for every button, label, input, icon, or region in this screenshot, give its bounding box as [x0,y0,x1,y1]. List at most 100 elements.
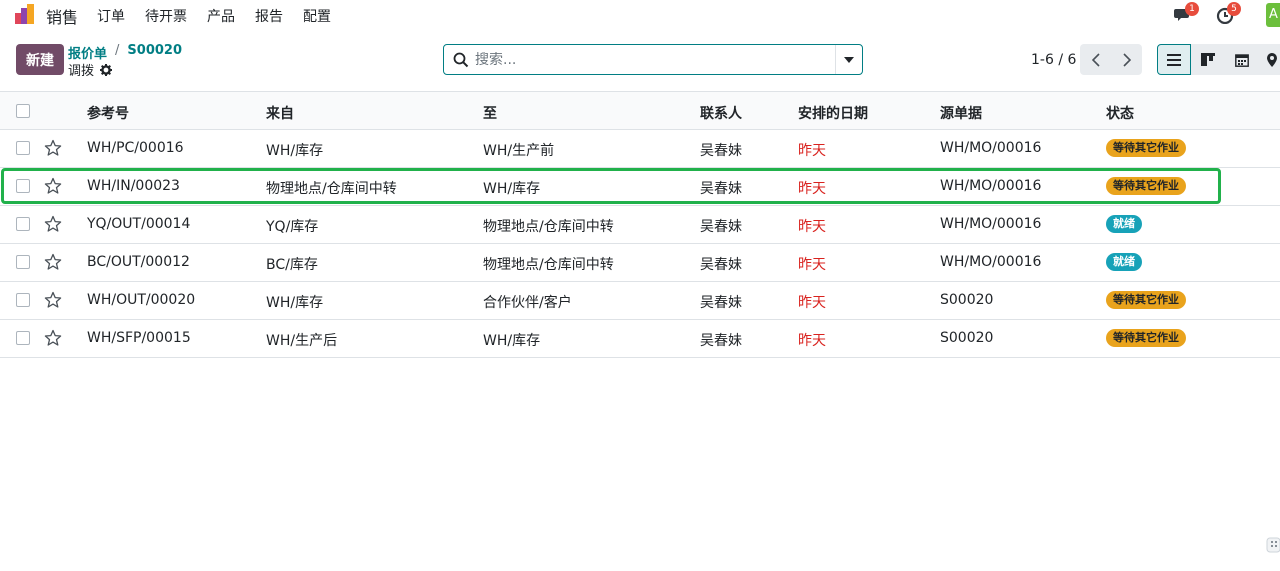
menu-configuration[interactable]: 配置 [303,6,331,26]
cell-contact: 吴春妹 [700,219,742,235]
row-checkbox[interactable] [16,179,30,193]
list-icon [1167,53,1181,66]
column-from[interactable]: 来自 [266,103,294,123]
search-options-toggle[interactable] [835,45,862,74]
row-checkbox[interactable] [16,141,30,155]
status-badge: 等待其它作业 [1106,329,1186,347]
chevron-left-icon [1091,52,1100,67]
gear-icon[interactable] [100,63,113,76]
chat-button[interactable]: 1 [1174,2,1199,24]
table-row[interactable]: YQ/OUT/00014 YQ/库存 物理地点/仓库间中转 吴春妹 昨天 WH/MO/00… [0,206,1280,244]
caret-down-icon [844,56,854,63]
map-marker-icon [1267,52,1277,67]
select-all-checkbox[interactable] [16,104,30,118]
menu-to-invoice[interactable]: 待开票 [145,6,187,26]
cell-scheduled-date: 昨天 [798,257,826,273]
calendar-view-button[interactable] [1225,44,1259,75]
status-badge: 等待其它作业 [1106,177,1186,195]
cell-contact: 吴春妹 [700,143,742,159]
transfers-table: 参考号 来自 至 联系人 安排的日期 源单据 状态 WH/PC/00016 WH/… [0,91,1280,358]
cell-reference: YQ/OUT/00014 [87,216,191,232]
cell-from: BC/库存 [266,257,318,273]
pager-previous-button[interactable] [1080,44,1111,75]
breadcrumb-separator: / [115,43,120,58]
top-navbar: 销售 订单 待开票 产品 报告 配置 1 5 A [0,0,1280,30]
cell-source-document: WH/MO/00016 [940,216,1042,232]
cell-source-document: S00020 [940,330,994,346]
pager-value[interactable]: 1-6 / 6 [1031,52,1076,68]
cell-scheduled-date: 昨天 [798,333,826,349]
menu-reporting[interactable]: 报告 [255,6,283,26]
search-input[interactable] [475,51,825,68]
main-menu: 订单 待开票 产品 报告 配置 [97,6,351,26]
column-contact[interactable]: 联系人 [700,103,742,123]
cell-to: 物理地点/仓库间中转 [483,257,614,273]
page-title-text: 调拨 [68,64,95,79]
cell-contact: 吴春妹 [700,181,742,197]
favorite-star-icon[interactable] [44,253,62,271]
row-checkbox[interactable] [16,293,30,307]
cell-reference: WH/OUT/00020 [87,292,196,308]
table-body: WH/PC/00016 WH/库存 WH/生产前 吴春妹 昨天 WH/MO/00016 等待… [0,130,1280,358]
status-badge: 等待其它作业 [1106,291,1186,309]
activity-button[interactable]: 5 [1216,2,1241,25]
status-badge: 就绪 [1106,215,1142,233]
table-row[interactable]: WH/PC/00016 WH/库存 WH/生产前 吴春妹 昨天 WH/MO/00016 等待… [0,130,1280,168]
column-source-document[interactable]: 源单据 [940,103,982,123]
cell-to: 物理地点/仓库间中转 [483,219,614,235]
table-row[interactable]: WH/SFP/00015 WH/生产后 WH/库存 吴春妹 昨天 S00020 等待其它作业 [0,320,1280,358]
kanban-view-button[interactable] [1191,44,1225,75]
row-checkbox[interactable] [16,255,30,269]
cell-reference: WH/SFP/00015 [87,330,191,346]
cell-scheduled-date: 昨天 [798,295,826,311]
user-avatar[interactable]: A [1266,3,1280,27]
favorite-star-icon[interactable] [44,139,62,157]
list-view-button[interactable] [1157,44,1191,75]
column-to[interactable]: 至 [483,103,497,123]
pager-next-button[interactable] [1111,44,1142,75]
column-scheduled-date[interactable]: 安排的日期 [798,103,868,123]
row-checkbox[interactable] [16,217,30,231]
sales-app-icon[interactable] [15,4,37,24]
cell-from: WH/生产后 [266,333,338,349]
favorite-star-icon[interactable] [44,291,62,309]
favorite-star-icon[interactable] [44,215,62,233]
new-button[interactable]: 新建 [16,44,64,75]
cell-from: 物理地点/仓库间中转 [266,181,397,197]
cell-source-document: WH/MO/00016 [940,178,1042,194]
table-row[interactable]: WH/IN/00023 物理地点/仓库间中转 WH/库存 吴春妹 昨天 WH/MO/000… [0,168,1280,206]
column-status[interactable]: 状态 [1106,103,1134,123]
search-icon [453,52,469,67]
activity-badge: 5 [1227,2,1241,16]
favorite-star-icon[interactable] [44,329,62,347]
cell-scheduled-date: 昨天 [798,181,826,197]
status-badge: 就绪 [1106,253,1142,271]
cell-reference: WH/PC/00016 [87,140,184,156]
search-bar[interactable] [443,44,863,75]
cell-reference: WH/IN/00023 [87,178,180,194]
breadcrumb-order[interactable]: S00020 [127,43,182,62]
page-title: 调拨 [68,60,113,79]
cell-from: WH/库存 [266,295,324,311]
calendar-icon [1235,53,1249,67]
map-view-button[interactable] [1259,44,1280,75]
cell-contact: 吴春妹 [700,257,742,273]
table-header: 参考号 来自 至 联系人 安排的日期 源单据 状态 [0,91,1280,130]
cell-to: WH/库存 [483,333,541,349]
app-name[interactable]: 销售 [46,4,78,28]
column-reference[interactable]: 参考号 [87,103,129,123]
systray: 1 5 A [1160,0,1280,30]
resize-handle-icon[interactable] [1266,530,1280,560]
cell-from: WH/库存 [266,143,324,159]
cell-to: 合作伙伴/客户 [483,295,572,311]
table-row[interactable]: WH/OUT/00020 WH/库存 合作伙伴/客户 吴春妹 昨天 S00020 等待其它作… [0,282,1280,320]
menu-products[interactable]: 产品 [207,6,235,26]
chevron-right-icon [1122,52,1131,67]
cell-source-document: S00020 [940,292,994,308]
status-badge: 等待其它作业 [1106,139,1186,157]
table-row[interactable]: BC/OUT/00012 BC/库存 物理地点/仓库间中转 吴春妹 昨天 WH/MO/00… [0,244,1280,282]
row-checkbox[interactable] [16,331,30,345]
menu-orders[interactable]: 订单 [97,6,125,26]
cell-to: WH/生产前 [483,143,555,159]
favorite-star-icon[interactable] [44,177,62,195]
